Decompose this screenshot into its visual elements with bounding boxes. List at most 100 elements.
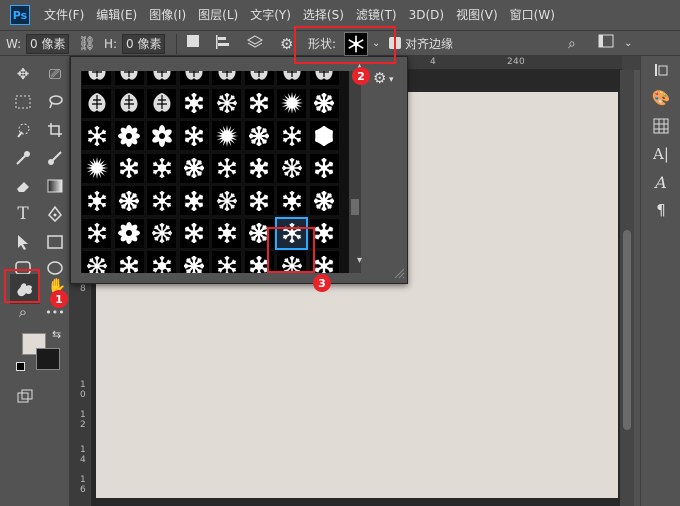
shape-cell-ornament[interactable] — [277, 71, 306, 85]
shape-cell-snowflake[interactable] — [82, 251, 111, 273]
rectangle-tool-icon[interactable] — [42, 230, 68, 254]
lasso-tool-icon[interactable] — [42, 90, 68, 114]
path-selection-tool-icon[interactable] — [10, 230, 36, 254]
shape-cell-ornament[interactable] — [82, 71, 111, 85]
shape-cell-snowflake[interactable] — [212, 153, 241, 183]
shape-cell-ornament[interactable] — [114, 71, 144, 85]
shape-cell-snowflake[interactable] — [309, 88, 339, 118]
background-color-swatch[interactable] — [36, 348, 60, 370]
shape-cell-snowflake[interactable] — [179, 153, 209, 183]
shape-cell-flower[interactable] — [147, 121, 176, 150]
search-icon[interactable]: ⌕ — [568, 34, 576, 54]
workspace-icon[interactable] — [598, 34, 614, 54]
shape-cell-snowflake[interactable] — [277, 186, 306, 215]
shape-cell-snowflake[interactable] — [82, 186, 111, 215]
shape-cell-ornament[interactable] — [147, 71, 176, 85]
shape-cell-snowflake[interactable] — [244, 153, 274, 183]
shape-cell-snowflake[interactable] — [212, 186, 241, 215]
shape-cell-burst[interactable] — [82, 153, 111, 183]
menu-3d[interactable]: 3D(D) — [403, 0, 450, 30]
shape-cell-snowflake[interactable] — [277, 121, 306, 150]
resize-grip-icon[interactable] — [393, 267, 405, 279]
character-icon[interactable]: A| — [649, 142, 673, 166]
picker-gear-chevron-icon[interactable]: ▾ — [389, 75, 394, 85]
menu-image[interactable]: 图像(I) — [143, 0, 192, 30]
gradient-tool-icon[interactable] — [42, 174, 68, 198]
path-alignment-icon[interactable] — [214, 34, 230, 54]
shape-cell-ornament[interactable] — [309, 71, 339, 85]
eraser-tool-icon[interactable] — [10, 174, 36, 198]
shape-cell-snowflake[interactable] — [309, 186, 339, 215]
shape-cell-snowflake[interactable] — [179, 88, 209, 118]
shape-cell-ornament[interactable] — [82, 88, 111, 118]
shape-cell-snowflake[interactable] — [147, 251, 176, 273]
shape-cell-snowflake[interactable] — [179, 218, 209, 248]
shape-cell-snowflake[interactable] — [114, 251, 144, 273]
menu-view[interactable]: 视图(V) — [450, 0, 504, 30]
zoom-tool-icon[interactable]: ⌕ — [10, 300, 36, 324]
shape-cell-snowflake[interactable] — [147, 153, 176, 183]
shape-cell-ornament[interactable] — [179, 71, 209, 85]
swatches-icon[interactable] — [649, 114, 673, 138]
link-icon[interactable]: ⛓ — [78, 34, 96, 54]
shape-cell-snowflake[interactable] — [147, 186, 176, 215]
shape-cell-snowflake[interactable] — [82, 218, 111, 248]
shape-cell-snowflake[interactable] — [179, 186, 209, 215]
crop-tool-icon[interactable] — [42, 118, 68, 142]
menu-file[interactable]: 文件(F) — [38, 0, 90, 30]
shape-cell-hexagon[interactable] — [309, 121, 339, 150]
paragraph-icon[interactable]: ¶ — [649, 198, 673, 222]
path-arrangement-icon[interactable] — [246, 34, 264, 54]
move-tool-icon[interactable]: ✥ — [10, 62, 36, 86]
shape-cell-snowflake[interactable] — [114, 153, 144, 183]
shape-cell-snowflake[interactable] — [179, 121, 209, 150]
default-colors-icon[interactable] — [16, 362, 25, 371]
shape-cell-ornament[interactable] — [147, 88, 176, 118]
shape-cell-snowflake[interactable] — [212, 218, 241, 248]
color-palette-icon[interactable]: 🎨 — [649, 86, 673, 110]
swap-colors-icon[interactable]: ⇆ — [52, 328, 61, 341]
artboard-tool-icon[interactable]: ⎚ — [42, 62, 68, 86]
gear-icon[interactable]: ⚙ — [280, 34, 293, 54]
menu-edit[interactable]: 编辑(E) — [90, 0, 143, 30]
shape-cell-snowflake[interactable] — [147, 218, 176, 248]
brush-tool-icon[interactable] — [42, 146, 68, 170]
width-field[interactable]: 0 像素 — [26, 34, 70, 54]
shape-cell-snowflake[interactable] — [114, 186, 144, 215]
picker-down-arrow-icon[interactable]: ▾ — [357, 255, 362, 266]
height-field[interactable]: 0 像素 — [122, 34, 166, 54]
type-tool-icon[interactable]: T — [10, 202, 36, 226]
shape-cell-ornament[interactable] — [244, 71, 274, 85]
shape-cell-snowflake[interactable] — [212, 88, 241, 118]
shape-cell-flower[interactable] — [114, 121, 144, 150]
picker-scrollbar[interactable] — [349, 71, 361, 273]
shape-cell-snowflake[interactable] — [212, 251, 241, 273]
shape-cell-snowflake[interactable] — [244, 121, 274, 150]
menu-layer[interactable]: 图层(L) — [192, 0, 244, 30]
shape-cell-snowflake[interactable] — [309, 153, 339, 183]
eyedropper-tool-icon[interactable] — [10, 146, 36, 170]
shape-cell-snowflake[interactable] — [244, 88, 274, 118]
path-operations-icon[interactable] — [186, 34, 200, 54]
picker-scrollbar-thumb[interactable] — [351, 199, 359, 215]
glyphs-icon[interactable]: A — [649, 170, 673, 194]
shape-cell-burst[interactable] — [212, 121, 241, 150]
menu-window[interactable]: 窗口(W) — [504, 0, 561, 30]
picker-gear-icon[interactable]: ⚙ — [373, 69, 386, 87]
shape-cell-ornament[interactable] — [114, 88, 144, 118]
marquee-tool-icon[interactable] — [10, 90, 36, 114]
history-icon[interactable] — [649, 58, 673, 82]
vertical-scrollbar[interactable] — [620, 70, 634, 506]
scrollbar-thumb[interactable] — [623, 230, 631, 430]
workspace-chevron-icon[interactable]: ⌄ — [624, 34, 632, 54]
quick-selection-tool-icon[interactable] — [10, 118, 36, 142]
shape-cell-snowflake[interactable] — [82, 121, 111, 150]
shape-cell-ornament[interactable] — [212, 71, 241, 85]
shape-cell-flower[interactable] — [114, 218, 144, 248]
menu-type[interactable]: 文字(Y) — [244, 0, 297, 30]
pen-tool-icon[interactable] — [42, 202, 68, 226]
quick-mask-icon[interactable] — [12, 384, 38, 408]
shape-cell-snowflake[interactable] — [244, 186, 274, 215]
shape-cell-snowflake[interactable] — [179, 251, 209, 273]
shape-cell-burst[interactable] — [277, 88, 306, 118]
